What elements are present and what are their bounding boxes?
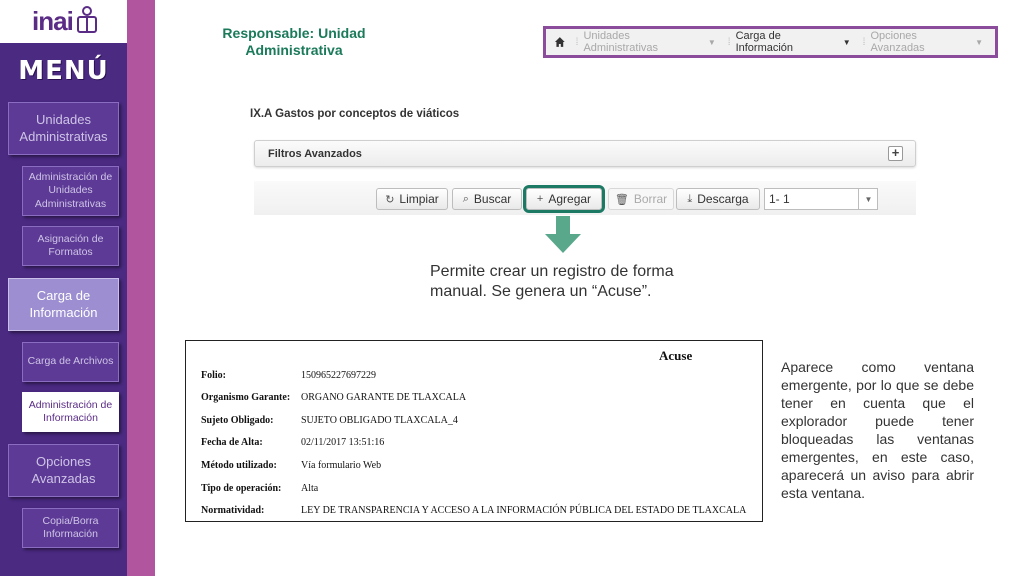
nav-separator-icon: ⁞	[862, 36, 866, 48]
acuse-row-value: 150965227697229	[301, 370, 376, 381]
nav-separator-icon: ⁞	[575, 36, 579, 48]
descarga-label: Descarga	[697, 192, 749, 206]
sidebar-item-asignacion-formatos[interactable]: Asignación de Formatos	[22, 226, 119, 266]
home-icon[interactable]	[554, 36, 566, 48]
sidebar-item-carga-informacion[interactable]: Carga de Información	[8, 278, 119, 331]
sidebar-item-label: Unidades Administrativas	[19, 112, 108, 144]
nav-label: Carga de Información	[735, 30, 794, 54]
sidebar-item-label: Carga de Archivos	[27, 355, 114, 368]
caret-down-icon: ▼	[975, 37, 984, 47]
nav-opciones-avanzadas[interactable]: ⁞ Opciones Avanzadas ▼	[863, 30, 983, 54]
acuse-row-label: Organismo Garante:	[201, 392, 291, 403]
limpiar-button[interactable]: ↻ Limpiar	[376, 188, 448, 210]
trash-icon: 🗑	[614, 193, 629, 206]
acuse-title: Acuse	[659, 348, 693, 363]
section-title: IX.A Gastos por conceptos de viáticos	[250, 108, 460, 120]
agregar-button[interactable]: + Agregar	[523, 185, 605, 213]
sidebar-item-label: Copia/Borra Información	[42, 514, 99, 540]
acuse-row-label: Método utilizado:	[201, 460, 277, 471]
page-select-value: 1- 1	[769, 192, 790, 206]
sidebar: inai MENÚ Unidades Administrativas Admin…	[0, 0, 127, 576]
acuse-row-value: LEY DE TRANSPARENCIA Y ACCESO A LA INFOR…	[301, 505, 747, 516]
menu-title: MENÚ	[18, 56, 109, 86]
sidebar-item-label: Administración de Información	[28, 398, 113, 424]
nav-label: Opciones Avanzadas	[870, 30, 925, 54]
toolbar: ↻ Limpiar ⌕ Buscar + Agregar 🗑 Borrar ⤓ …	[254, 181, 916, 215]
filters-panel[interactable]: Filtros Avanzados +	[254, 140, 916, 167]
sidebar-item-carga-archivos[interactable]: Carga de Archivos	[22, 342, 119, 382]
sidebar-item-label: Carga de Información	[29, 288, 98, 320]
nav-unidades-administrativas[interactable]: ⁞ Unidades Administrativas ▼	[576, 30, 716, 54]
acuse-row-value: Vía formulario Web	[301, 460, 382, 471]
logo-area: inai	[0, 0, 127, 43]
acuse-row-value: SUJETO OBLIGADO TLAXCALA_4	[301, 415, 458, 426]
down-arrow-icon	[545, 216, 581, 253]
agregar-label: Agregar	[548, 192, 592, 206]
logo: inai	[32, 6, 74, 36]
filters-label: Filtros Avanzados	[268, 148, 362, 160]
chevron-down-icon[interactable]: ▼	[858, 188, 878, 210]
sidebar-item-copia-borra[interactable]: Copia/Borra Información	[22, 508, 119, 548]
sidebar-item-opciones-avanzadas[interactable]: Opciones Avanzadas	[8, 444, 119, 497]
acuse-row-label: Tipo de operación:	[201, 483, 282, 494]
responsable-title: Responsable: Unidad Administrativa	[222, 25, 366, 58]
sidebar-item-administracion-unidades[interactable]: Administración de Unidades Administrativ…	[22, 166, 119, 216]
acuse-row-label: Folio:	[201, 370, 226, 381]
expand-plus-icon[interactable]: +	[888, 146, 903, 161]
acuse-row-label: Sujeto Obligado:	[201, 415, 274, 426]
nav-separator-icon: ⁞	[727, 36, 731, 48]
acuse-row-value: Alta	[301, 483, 319, 494]
borrar-button[interactable]: 🗑 Borrar	[608, 188, 674, 210]
buscar-label: Buscar	[473, 192, 512, 206]
search-icon: ⌕	[462, 192, 469, 205]
nav-label: Unidades Administrativas	[583, 30, 659, 54]
top-navbar: ⁞ Unidades Administrativas ▼ ⁞ Carga de …	[543, 26, 998, 58]
caret-down-icon: ▼	[842, 37, 851, 47]
buscar-button[interactable]: ⌕ Buscar	[452, 188, 522, 210]
sidebar-item-label: Administración de Unidades Administrativ…	[28, 171, 113, 210]
acuse-window: Acuse Folio: 150965227697229 Organismo G…	[185, 340, 763, 522]
acuse-row-value: 02/11/2017 13:51:16	[301, 437, 385, 448]
sidebar-item-unidades-administrativas[interactable]: Unidades Administrativas	[8, 102, 119, 155]
acuse-row-label: Normatividad:	[201, 505, 265, 516]
refresh-icon: ↻	[385, 193, 395, 206]
sidebar-item-label: Opciones Avanzadas	[31, 454, 96, 486]
limpiar-label: Limpiar	[399, 192, 439, 206]
description-text: Permite crear un registro de forma manua…	[430, 263, 674, 300]
plus-icon: +	[536, 193, 544, 205]
sidebar-item-administracion-informacion[interactable]: Administración de Información	[22, 392, 119, 432]
caret-down-icon: ▼	[707, 37, 716, 47]
nav-carga-informacion[interactable]: ⁞ Carga de Información ▼	[728, 30, 851, 54]
side-note: Aparece como ventana emergente, por lo q…	[781, 359, 974, 501]
descarga-button[interactable]: ⤓ Descarga	[676, 188, 760, 210]
acuse-row-value: ORGANO GARANTE DE TLAXCALA	[301, 392, 467, 403]
logo-person-icon	[77, 6, 97, 33]
sidebar-stripe	[127, 0, 155, 576]
download-icon: ⤓	[687, 192, 693, 205]
acuse-row-label: Fecha de Alta:	[201, 437, 263, 448]
borrar-label: Borrar	[633, 192, 668, 206]
sidebar-item-label: Asignación de Formatos	[37, 232, 104, 258]
